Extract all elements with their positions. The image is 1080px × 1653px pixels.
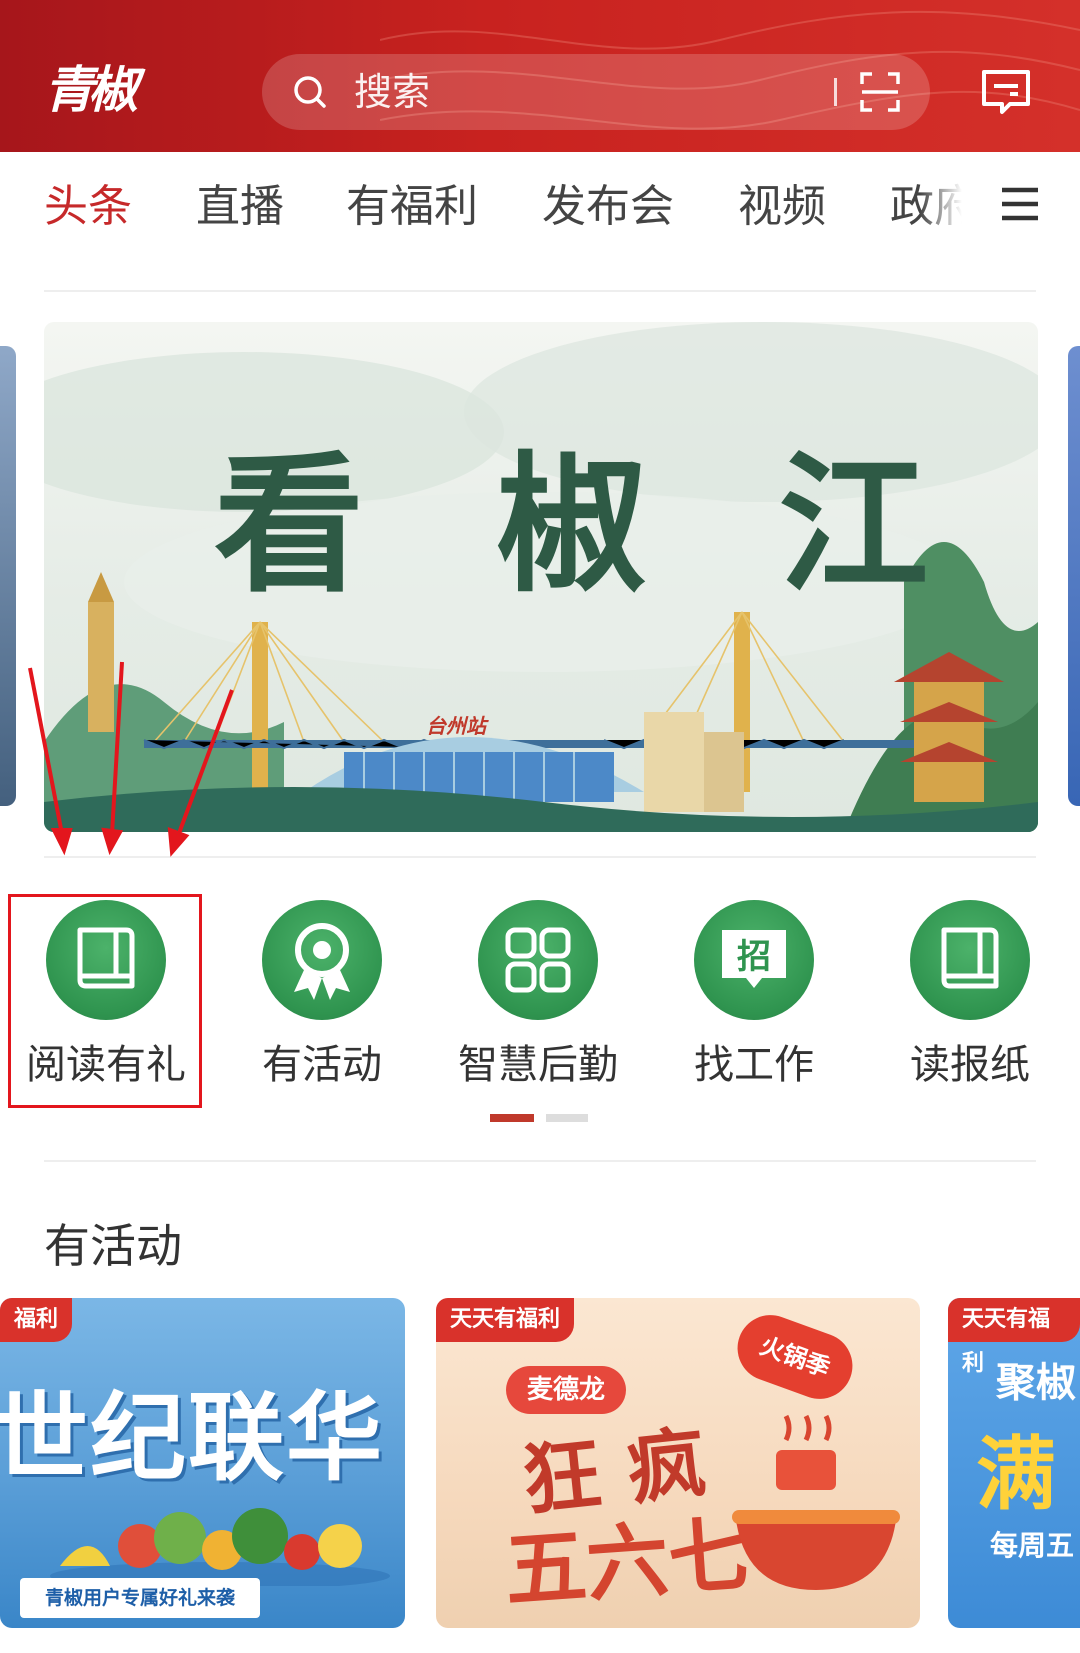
search-icon	[294, 76, 326, 108]
banner-station-sign: 台州站	[426, 714, 486, 738]
activity-card[interactable]: 天天有福利 火锅季 麦德龙 狂 疯 五六七	[436, 1298, 920, 1628]
service-label: 智慧后勤	[458, 1042, 618, 1088]
scan-icon[interactable]	[858, 70, 902, 114]
job-icon: 招	[722, 930, 786, 988]
service-activities[interactable]: 有活动	[222, 900, 422, 1100]
card-bubble: 火锅季	[728, 1305, 862, 1409]
tab-live[interactable]: 直播	[196, 152, 284, 262]
service-icon-bg: 招	[694, 900, 814, 1020]
channel-nav: 头条 直播 有福利 发布会 视频 政府	[0, 152, 1080, 272]
card-subtext: 每周五	[990, 1529, 1075, 1562]
hotpot-illustration	[732, 1414, 900, 1590]
service-find-job[interactable]: 招 找工作	[654, 900, 854, 1100]
card-subheadline: 五六七	[501, 1506, 754, 1620]
card-badge: 天天有福利	[436, 1298, 575, 1342]
section-title: 有活动	[44, 1219, 182, 1273]
card-highlight: 满	[976, 1428, 1056, 1521]
service-label: 有活动	[262, 1042, 382, 1088]
banner-title: 看 椒 江	[214, 437, 969, 613]
service-read-newspaper[interactable]: 读报纸	[870, 900, 1070, 1100]
service-label: 读报纸	[910, 1042, 1030, 1088]
tab-headlines[interactable]: 头条	[44, 152, 132, 262]
grid-icon	[505, 927, 571, 993]
search-divider	[834, 78, 837, 106]
service-icon-bg	[262, 900, 382, 1020]
search-placeholder: 搜索	[354, 70, 431, 114]
page-indicator-active	[490, 1114, 534, 1122]
award-icon	[294, 923, 350, 1000]
app-logo[interactable]: 青椒	[44, 58, 156, 122]
annotation-highlight-box	[8, 894, 202, 1108]
tab-welfare[interactable]: 有福利	[346, 152, 478, 262]
card-brand: 麦德龙	[506, 1366, 626, 1414]
service-label: 找工作	[694, 1042, 814, 1088]
carousel-next-slide[interactable]	[1068, 346, 1080, 806]
page-indicator-dot[interactable]	[546, 1114, 588, 1122]
annotation-arrows	[28, 661, 234, 857]
produce-illustration	[50, 1508, 390, 1586]
tab-video[interactable]: 视频	[738, 152, 826, 262]
app-header: 青椒 搜索	[0, 0, 1080, 152]
divider	[44, 290, 1036, 292]
card-strip: 青椒用户专属好礼来袭	[20, 1578, 260, 1618]
nav-fade	[920, 152, 980, 262]
job-icon-char: 招	[737, 937, 771, 977]
divider	[44, 1160, 1036, 1162]
activity-card[interactable]: 天天有福利 聚椒 满 每周五	[948, 1298, 1080, 1628]
activity-card[interactable]: 福利 世纪联华 青椒用户专属好礼来袭	[0, 1298, 405, 1628]
message-icon[interactable]	[980, 66, 1032, 118]
service-smart-logistics[interactable]: 智慧后勤	[438, 900, 638, 1100]
card-badge: 天天有福利	[948, 1298, 1080, 1376]
service-icon-bg	[478, 900, 598, 1020]
hamburger-menu-icon[interactable]	[998, 182, 1042, 226]
book-icon	[941, 927, 999, 989]
tab-press-conference[interactable]: 发布会	[542, 152, 674, 262]
service-icon-bg	[910, 900, 1030, 1020]
card-headline: 聚椒	[996, 1360, 1076, 1406]
search-bar[interactable]: 搜索	[262, 54, 930, 130]
card-badge: 福利	[0, 1298, 73, 1342]
